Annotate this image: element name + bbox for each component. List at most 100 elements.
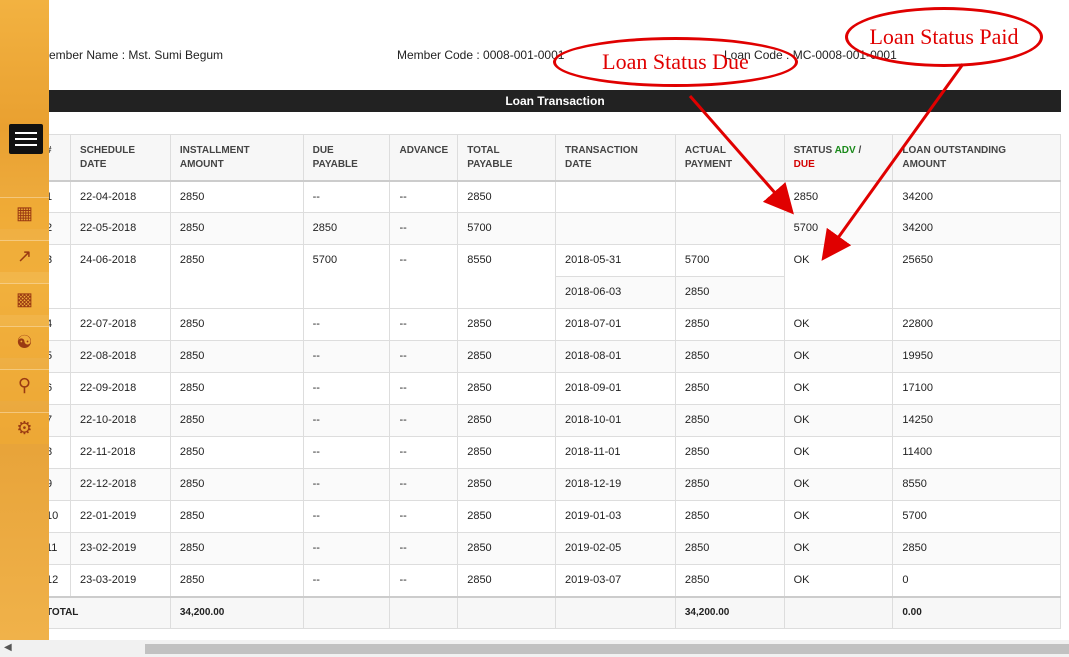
transaction-date: 2018-08-01 <box>555 340 676 373</box>
loan-outstanding: 19950 <box>892 340 1061 373</box>
schedule-date: 23-02-2019 <box>69 532 171 565</box>
schedule-date: 22-01-2019 <box>69 500 171 533</box>
advance: -- <box>389 404 459 437</box>
status-badge: 5700 <box>783 212 894 245</box>
actual-payment: 2850 <box>674 564 785 597</box>
loan-outstanding: 8550 <box>892 468 1061 501</box>
transaction-date: 2019-02-05 <box>555 532 676 565</box>
loan-outstanding: 22800 <box>892 308 1061 341</box>
installment-amount: 2850 <box>169 308 304 341</box>
advance: -- <box>389 340 459 373</box>
col-status: STATUS ADV / DUE <box>783 134 894 182</box>
actual-payment: 2850 <box>674 276 785 309</box>
menu-icon[interactable] <box>9 124 43 154</box>
advance: -- <box>389 532 459 565</box>
table-row: 11 23-02-2019 2850 -- -- 2850 2019-02-05 2850 OK… <box>36 532 1061 565</box>
actual-payment <box>674 212 785 245</box>
status-badge: OK <box>783 468 894 501</box>
advance: -- <box>389 436 459 469</box>
scrollbar-thumb[interactable] <box>145 644 1069 654</box>
key-icon[interactable]: ⚲ <box>0 369 49 401</box>
installment-amount: 2850 <box>169 532 304 565</box>
table-row: 6 22-09-2018 2850 -- -- 2850 2018-09-01 2850 OK 1… <box>36 372 1061 405</box>
total-payment: 34,200.00 <box>674 595 785 629</box>
schedule-date: 22-04-2018 <box>69 180 171 213</box>
advance: -- <box>389 244 459 309</box>
table-row: 10 22-01-2019 2850 -- -- 2850 2019-01-03 2850 OK… <box>36 500 1061 533</box>
scroll-left-icon[interactable]: ◀ <box>4 642 12 653</box>
status-badge: OK <box>783 436 894 469</box>
installment-amount: 2850 <box>169 180 304 213</box>
member-code: Member Code : 0008-001-0001 <box>397 48 565 62</box>
due-payable: -- <box>302 564 391 597</box>
schedule-date: 22-09-2018 <box>69 372 171 405</box>
transaction-date: 2018-12-19 <box>555 468 676 501</box>
actual-payment: 2850 <box>674 468 785 501</box>
table-row: 8 22-11-2018 2850 -- -- 2850 2018-11-01 2850 OK 1… <box>36 436 1061 469</box>
col-advance: ADVANCE <box>389 134 459 182</box>
building-icon[interactable]: ▦ <box>0 197 49 229</box>
status-badge: OK <box>783 500 894 533</box>
table-row: 2 22-05-2018 2850 2850 -- 5700 5700 34200 <box>36 212 1061 245</box>
schedule-date: 22-08-2018 <box>69 340 171 373</box>
loan-outstanding: 17100 <box>892 372 1061 405</box>
installment-amount: 2850 <box>169 340 304 373</box>
advance: -- <box>389 500 459 533</box>
schedule-date: 24-06-2018 <box>69 244 171 309</box>
transaction-date: 2019-01-03 <box>555 500 676 533</box>
due-payable: -- <box>302 372 391 405</box>
handshake-icon[interactable]: ☯ <box>0 326 49 358</box>
transaction-date: 2018-11-01 <box>555 436 676 469</box>
sidebar: ▦ ↗ ▩ ☯ ⚲ ⚙ <box>0 0 49 640</box>
due-payable: -- <box>302 468 391 501</box>
section-title: Loan Transaction <box>49 90 1061 112</box>
actual-payment: 2850 <box>674 372 785 405</box>
due-payable: -- <box>302 308 391 341</box>
installment-amount: 2850 <box>169 404 304 437</box>
schedule-date: 22-05-2018 <box>69 212 171 245</box>
table-row: 3 24-06-2018 2850 5700 -- 8550 2018-05-31 5700 O… <box>36 244 1061 309</box>
transaction-date: 2018-07-01 <box>555 308 676 341</box>
horizontal-scrollbar[interactable]: ◀ <box>0 640 1069 657</box>
transaction-date: 2018-05-31 <box>555 244 676 277</box>
chart-icon[interactable]: ↗ <box>0 240 49 272</box>
total-payable: 2850 <box>457 436 557 469</box>
loan-transaction-table: # SCHEDULE DATE INSTALLMENT AMOUNT DUE P… <box>36 134 1061 629</box>
annotation-paid: Loan Status Paid <box>845 7 1043 67</box>
totals-row: TOTAL 34,200.00 34,200.00 0.00 <box>36 595 1061 629</box>
total-payable: 2850 <box>457 180 557 213</box>
loan-outstanding: 5700 <box>892 500 1061 533</box>
table-row: 1 22-04-2018 2850 -- -- 2850 2850 34200 <box>36 180 1061 213</box>
col-installment-amount: INSTALLMENT AMOUNT <box>169 134 304 182</box>
total-payable: 2850 <box>457 500 557 533</box>
advance: -- <box>389 372 459 405</box>
loan-outstanding: 34200 <box>892 180 1061 213</box>
schedule-date: 22-12-2018 <box>69 468 171 501</box>
briefcase-icon[interactable]: ▩ <box>0 283 49 315</box>
status-badge: OK <box>783 372 894 405</box>
advance: -- <box>389 468 459 501</box>
installment-amount: 2850 <box>169 372 304 405</box>
schedule-date: 22-11-2018 <box>69 436 171 469</box>
actual-payment: 2850 <box>674 436 785 469</box>
table-header-row: # SCHEDULE DATE INSTALLMENT AMOUNT DUE P… <box>36 134 1061 182</box>
installment-amount: 2850 <box>169 212 304 245</box>
status-badge: OK <box>783 308 894 341</box>
annotation-due: Loan Status Due <box>553 37 798 87</box>
status-badge: OK <box>783 404 894 437</box>
installment-amount: 2850 <box>169 244 304 309</box>
transaction-date: 2018-10-01 <box>555 404 676 437</box>
advance: -- <box>389 212 459 245</box>
advance: -- <box>389 308 459 341</box>
due-payable: -- <box>302 180 391 213</box>
col-actual-payment: ACTUAL PAYMENT <box>674 134 785 182</box>
actual-payment <box>674 180 785 213</box>
transaction-date: 2018-09-01 <box>555 372 676 405</box>
total-payable: 2850 <box>457 468 557 501</box>
col-schedule-date: SCHEDULE DATE <box>69 134 171 182</box>
settings-icon[interactable]: ⚙ <box>0 412 49 444</box>
status-header-sep: / <box>855 145 862 156</box>
total-payable: 2850 <box>457 372 557 405</box>
loan-outstanding: 0 <box>892 564 1061 597</box>
total-payable: 2850 <box>457 404 557 437</box>
